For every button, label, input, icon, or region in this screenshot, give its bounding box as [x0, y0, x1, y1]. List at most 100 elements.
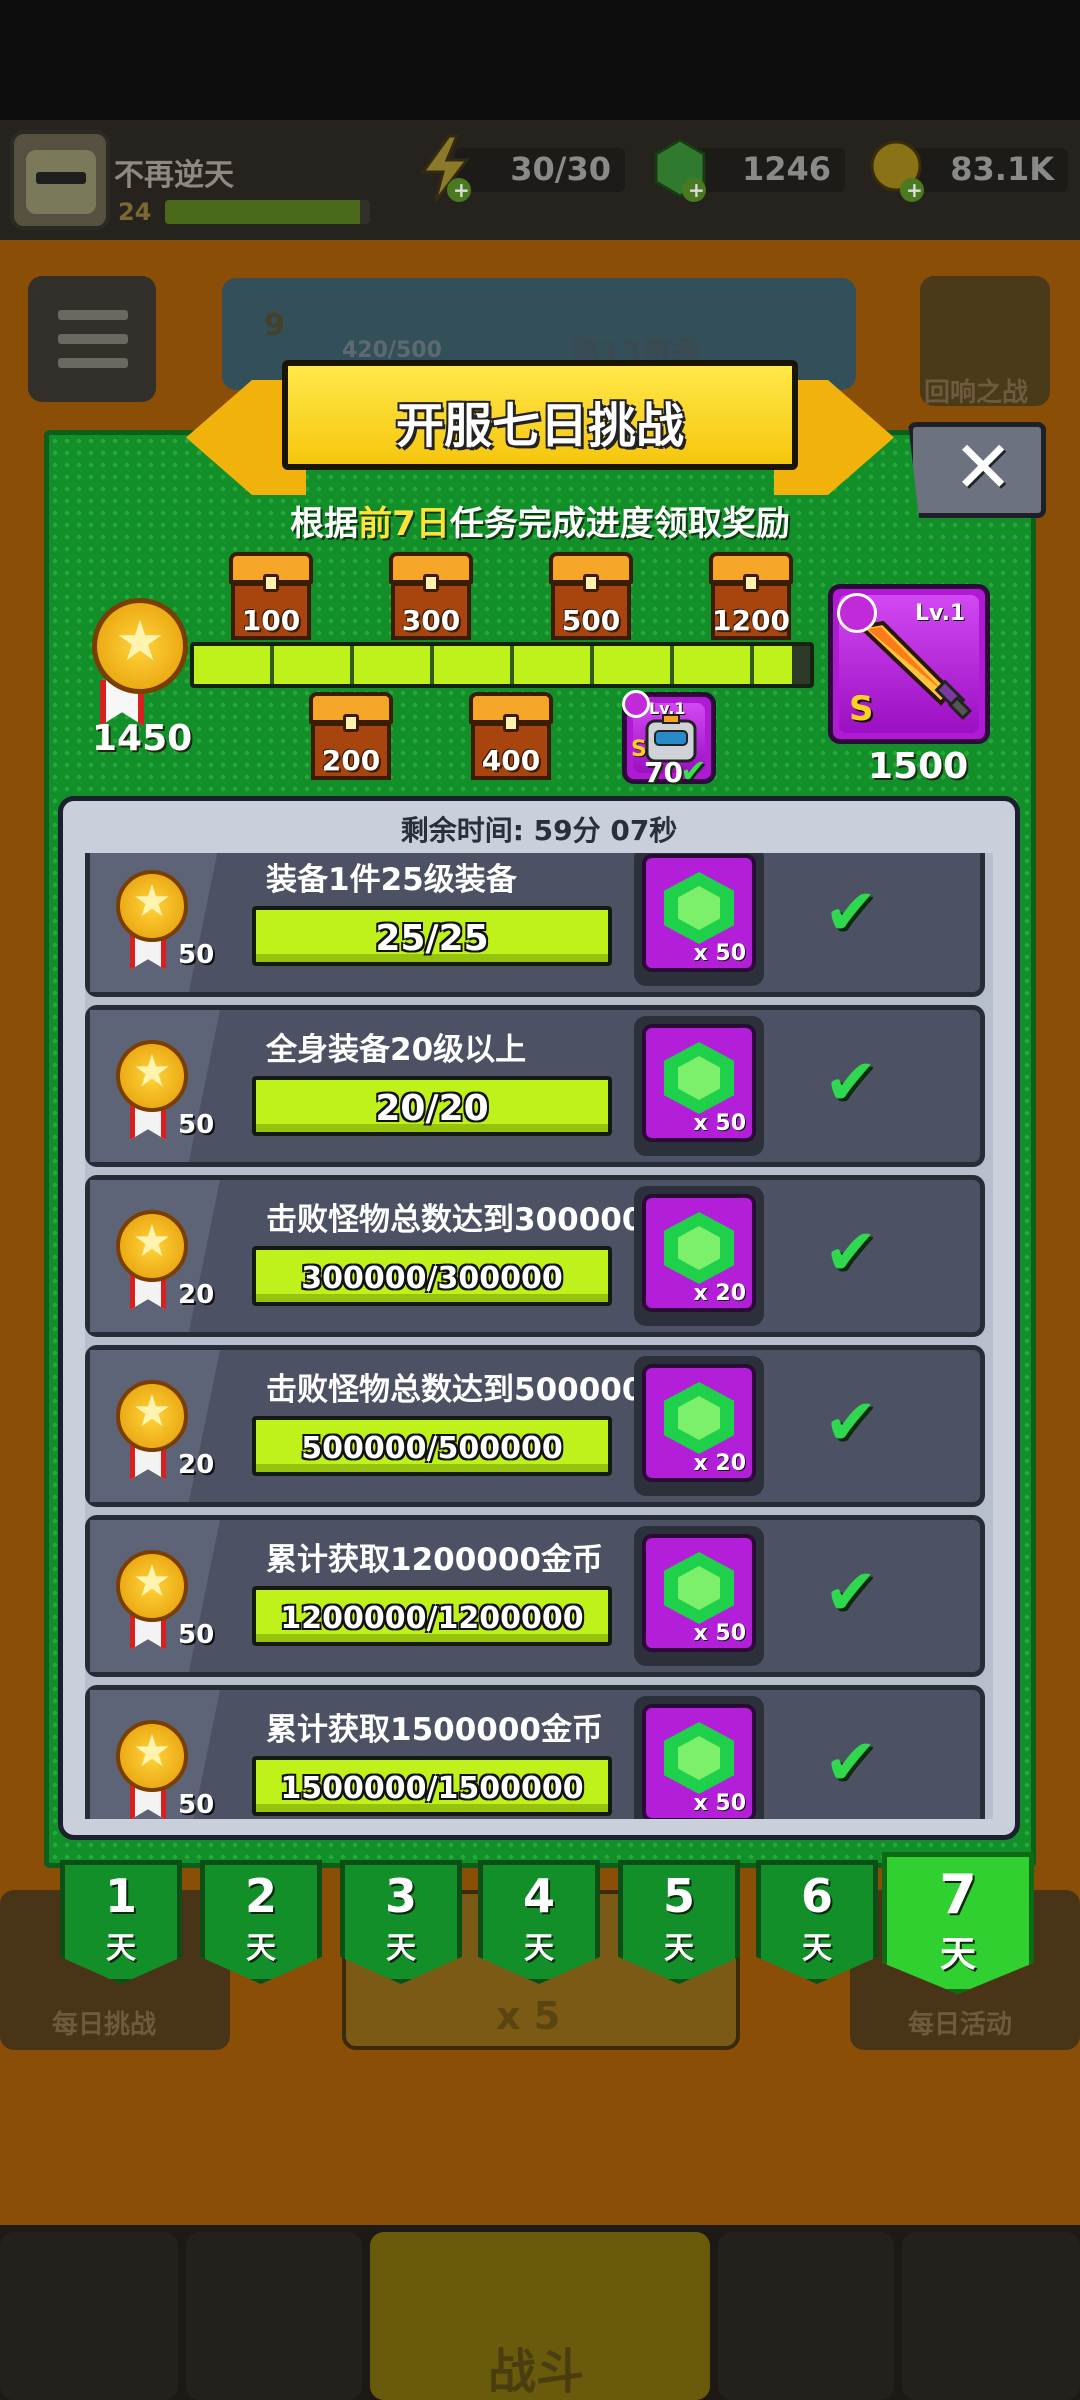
gem-reward-tile[interactable]: x 50 [642, 854, 756, 972]
nav-equipment[interactable] [186, 2232, 362, 2400]
star-medal-icon: ★ [116, 1040, 188, 1112]
completed-check-icon: ✔ [824, 1386, 878, 1460]
task-row: ★ 50 全身装备20级以上 20/20 x 50 ✔ [85, 1005, 985, 1167]
task-progress-text: 1200000/1200000 [280, 1601, 584, 1636]
svg-text:+: + [688, 178, 705, 202]
sword-level: Lv.1 [915, 601, 966, 626]
task-reward-slot[interactable]: x 50 [634, 1696, 764, 1819]
energy-counter: 30/30 [455, 148, 625, 192]
daily-event-label: 每日活动 [908, 2010, 1013, 2040]
star-medal-icon: ★ [116, 870, 188, 942]
chest-400[interactable]: 400 [469, 692, 553, 780]
gem-reward-tile[interactable]: x 50 [642, 1704, 756, 1819]
chest-200[interactable]: 200 [309, 692, 393, 780]
menu-button[interactable] [28, 276, 156, 402]
gem-reward-tile[interactable]: x 50 [642, 1024, 756, 1142]
nav-shop[interactable] [0, 2232, 178, 2400]
armor-type-icon [622, 690, 650, 718]
task-list[interactable]: ★ 50 装备1件25级装备 25/25 x 50 ✔ ★ 50 全身装备20级以上 20/20 x… [85, 853, 993, 1819]
task-title: 击败怪物总数达到500000 [266, 1372, 644, 1408]
task-reward-slot[interactable]: x 50 [634, 1016, 764, 1156]
task-points: 50 [178, 1620, 215, 1650]
task-reward-slot[interactable]: x 20 [634, 1356, 764, 1496]
day-unit: 天 [246, 1931, 276, 1966]
reward-quantity: x 50 [693, 941, 746, 966]
star-medal-icon: ★ [116, 1720, 188, 1792]
task-progress-text: 500000/500000 [301, 1431, 563, 1466]
star-medal-icon: ★ [116, 1380, 188, 1452]
total-points: 1450 [92, 718, 193, 759]
gem-icon [664, 1382, 734, 1454]
completed-check-icon: ✔ [824, 876, 878, 950]
task-progress-bar: 1200000/1200000 [252, 1586, 612, 1646]
nav-talent[interactable] [718, 2232, 894, 2400]
armor-level: Lv.1 [649, 699, 686, 718]
dialog-title-banner: 开服七日挑战 [282, 360, 798, 470]
task-points: 50 [178, 940, 215, 970]
gem-icon [664, 1042, 734, 1114]
sword-grand-reward[interactable]: Lv.1 S [828, 584, 990, 744]
task-row: ★ 20 击败怪物总数达到300000 300000/300000 x 20 ✔ [85, 1175, 985, 1337]
season-level: 9 [264, 308, 285, 343]
day-unit: 天 [524, 1931, 554, 1966]
sword-grade: S [849, 689, 874, 729]
dialog-subtitle: 根据前7日任务完成进度领取奖励 [290, 504, 790, 544]
gem-icon [664, 1552, 734, 1624]
day-unit: 天 [106, 1931, 136, 1966]
task-reward-slot[interactable]: x 50 [634, 853, 764, 986]
completed-check-icon: ✔ [824, 1556, 878, 1630]
task-progress-bar: 20/20 [252, 1076, 612, 1136]
task-progress-text: 25/25 [375, 918, 489, 959]
task-progress-bar: 1500000/1500000 [252, 1756, 612, 1816]
gem-icon [664, 1212, 734, 1284]
chest-100[interactable]: 100 [229, 552, 313, 640]
daily-challenge-label: 每日挑战 [52, 2010, 157, 2040]
gem-icon[interactable]: + [650, 134, 710, 204]
nav-evolution[interactable] [902, 2232, 1080, 2400]
armor-reward-points: 70 [644, 756, 683, 789]
gem-counter: 1246 [690, 148, 845, 192]
task-progress-bar: 300000/300000 [252, 1246, 612, 1306]
player-avatar[interactable] [10, 130, 110, 230]
player-level: 24 [118, 198, 152, 226]
task-progress-bar: 500000/500000 [252, 1416, 612, 1476]
gem-reward-tile[interactable]: x 20 [642, 1194, 756, 1312]
task-progress-text: 20/20 [375, 1088, 489, 1129]
player-xp-bar [165, 200, 370, 224]
gem-reward-tile[interactable]: x 20 [642, 1364, 756, 1482]
task-reward-slot[interactable]: x 50 [634, 1526, 764, 1666]
day-number: 1 [104, 1869, 137, 1923]
task-title: 装备1件25级装备 [266, 862, 517, 898]
chest-300[interactable]: 300 [389, 552, 473, 640]
task-points: 20 [178, 1450, 215, 1480]
task-reward-slot[interactable]: x 20 [634, 1186, 764, 1326]
completed-check-icon: ✔ [824, 1726, 878, 1800]
completed-check-icon: ✔ [824, 1046, 878, 1120]
chest-1200[interactable]: 1200 [709, 552, 793, 640]
echo-battle-label: 回响之战 [924, 378, 1029, 408]
reward-quantity: x 50 [693, 1791, 746, 1816]
task-points: 50 [178, 1790, 215, 1819]
reward-quantity: x 50 [693, 1621, 746, 1646]
day-number: 2 [244, 1869, 277, 1923]
energy-icon[interactable]: + [415, 134, 475, 204]
gem-icon [664, 1722, 734, 1794]
points-medal-icon: ★ [92, 598, 188, 694]
reward-quantity: x 20 [693, 1451, 746, 1476]
task-points: 20 [178, 1280, 215, 1310]
chest-500[interactable]: 500 [549, 552, 633, 640]
day-number: 4 [522, 1869, 555, 1923]
task-row: ★ 50 累计获取1500000金币 1500000/1500000 x 50 ✔ [85, 1685, 985, 1819]
dialog-title: 开服七日挑战 [395, 398, 684, 454]
task-row: ★ 50 装备1件25级装备 25/25 x 50 ✔ [85, 853, 985, 997]
task-list-frame: 剩余时间: 59分 07秒 ★ 50 装备1件25级装备 25/25 x 50 ✔ ★ 50 全… [58, 796, 1020, 1840]
gem-reward-tile[interactable]: x 50 [642, 1534, 756, 1652]
sword-type-icon [837, 593, 877, 633]
day-unit: 天 [802, 1931, 832, 1966]
reward-quantity: x 50 [693, 1111, 746, 1136]
gold-coin-icon[interactable]: + [868, 134, 928, 204]
svg-text:+: + [906, 178, 923, 202]
remaining-time: 剩余时间: 59分 07秒 [400, 814, 678, 847]
day-unit: 天 [386, 1931, 416, 1966]
nav-battle[interactable]: 战斗 [370, 2232, 710, 2400]
